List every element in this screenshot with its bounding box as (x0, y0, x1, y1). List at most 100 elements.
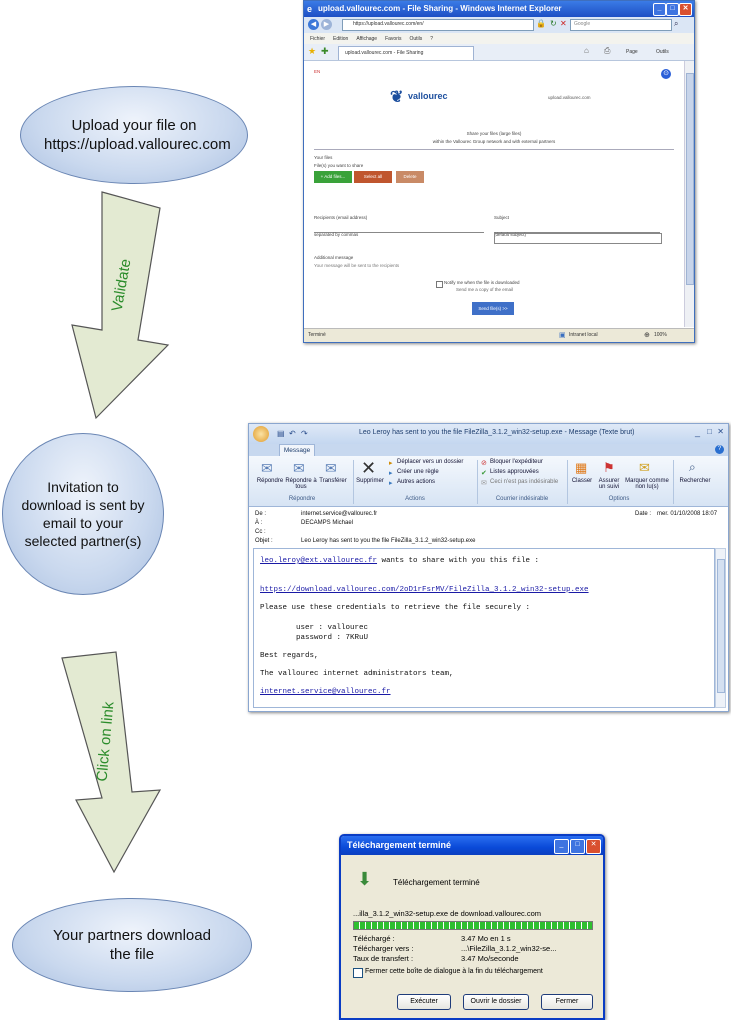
menu-outils[interactable]: Outils (409, 36, 422, 42)
dialog-maximize-button[interactable]: □ (570, 839, 585, 854)
forward-icon: ✉ (325, 460, 337, 476)
reply-icon: ✉ (261, 460, 273, 476)
forward-button[interactable]: ▶ (321, 19, 332, 30)
delete-button[interactable]: Supprimer (353, 478, 387, 484)
sender-link[interactable]: leo.leroy@ext.vallourec.fr (260, 557, 377, 565)
subject-label: Objet : (255, 538, 273, 544)
downloaded-label: Téléchargé : (353, 934, 395, 943)
ie-tabbar: ★ ✚ upload.vallourec.com - File Sharing … (304, 44, 694, 61)
notify-label: Notify me when the file is downloaded (444, 280, 520, 285)
recipients-label: Recipients (email address) (314, 215, 368, 220)
home-icon[interactable]: ⌂ (584, 46, 589, 55)
mail-close-button[interactable]: ✕ (717, 427, 724, 436)
select-all-button[interactable]: Select all (354, 171, 392, 183)
close-when-done-checkbox[interactable] (353, 968, 363, 978)
find-button[interactable]: Rechercher (675, 478, 715, 484)
subject-field[interactable]: (default subject) (494, 223, 660, 237)
mail-minimize-button[interactable]: _ (695, 427, 700, 437)
notify-sublabel: Send me a copy of the email (456, 287, 514, 292)
help-icon[interactable]: ⊙ (661, 69, 671, 79)
address-bar[interactable]: https://upload.vallourec.com/en/ (342, 19, 534, 31)
maximize-button[interactable]: □ (666, 3, 679, 16)
close-dialog-button[interactable]: Fermer (541, 994, 593, 1010)
search-icon[interactable]: ⌕ (674, 19, 678, 29)
safe-lists-button[interactable]: Listes approuvées (490, 469, 539, 475)
tools-menu[interactable]: Outils (656, 49, 669, 55)
mail-maximize-button[interactable]: □ (707, 427, 712, 436)
ie-scrollbar-thumb[interactable] (686, 73, 694, 285)
from-value: internet.service@vallourec.fr (301, 511, 378, 517)
step-invitation-text: Invitation to download is sent by email … (21, 479, 145, 549)
tab-label: upload.vallourec.com - File Sharing (345, 50, 424, 56)
signature-link[interactable]: internet.service@vallourec.fr (260, 688, 391, 696)
quick-undo-icon[interactable]: ↶ (289, 429, 296, 438)
mark-unread-button[interactable]: Marquer comme non lu(s) (623, 478, 671, 490)
close-button[interactable]: ✕ (679, 3, 692, 16)
minimize-button[interactable]: _ (653, 3, 666, 16)
brand-url: upload.vallourec.com (548, 95, 591, 100)
menu-help[interactable]: ? (430, 36, 433, 42)
delete-files-button[interactable]: Delete (396, 171, 424, 183)
download-link[interactable]: https://download.vallourec.com/2oD1rFsrM… (260, 586, 589, 594)
back-button[interactable]: ◀ (308, 19, 319, 30)
quick-redo-icon[interactable]: ↷ (301, 429, 308, 438)
reply-button[interactable]: Répondre (253, 478, 287, 484)
menu-fichier[interactable]: Fichier (310, 36, 325, 42)
create-rule-button[interactable]: Créer une règle (397, 469, 439, 475)
zoom-icon[interactable]: ⊕ (644, 331, 650, 339)
menu-edition[interactable]: Edition (333, 36, 348, 42)
ie-menubar: Fichier Edition Affichage Favoris Outils… (304, 33, 694, 44)
language-flag[interactable]: EN (314, 69, 320, 74)
subject-label: Subject (494, 215, 510, 220)
send-files-button[interactable]: Send file(s) >> (472, 302, 514, 315)
ie-statusbar: Terminé ▣ Intranet local ⊕ 100% (304, 328, 694, 342)
tab-file-sharing[interactable]: upload.vallourec.com - File Sharing (338, 46, 474, 60)
step-download-ellipse: Your partners download the file (12, 898, 252, 992)
categorize-button[interactable]: Classer (567, 478, 597, 484)
office-button[interactable] (253, 426, 269, 442)
step-download-text: Your partners download the file (53, 927, 211, 963)
step-invitation-circle: Invitation to download is sent by email … (2, 433, 164, 595)
vallourec-logo-icon: ❦ (390, 89, 404, 106)
add-files-button[interactable]: + Add files... (314, 171, 352, 183)
vallourec-brand: vallourec (408, 91, 448, 101)
menu-affichage[interactable]: Affichage (356, 36, 377, 42)
search-input[interactable]: Google (570, 19, 672, 31)
message-box[interactable] (494, 233, 662, 244)
ie-scrollbar[interactable] (684, 61, 694, 327)
dialog-close-button[interactable]: ✕ (586, 839, 601, 854)
status-zoom[interactable]: 100% (654, 332, 667, 338)
other-actions-button[interactable]: Autres actions (397, 479, 435, 485)
to-value: DECAMPS Michael (301, 520, 354, 526)
date-value: mer. 01/10/2008 18:07 (657, 511, 718, 517)
follow-up-button[interactable]: Assurer un suivi (595, 478, 623, 490)
menu-favoris[interactable]: Favoris (385, 36, 401, 42)
ribbon-tabbar: Message ? (249, 444, 728, 457)
quick-save-icon[interactable]: ▤ (277, 429, 285, 438)
refresh-icon[interactable]: ↻ (550, 19, 557, 28)
run-button[interactable]: Exécuter (397, 994, 451, 1010)
dialog-minimize-button[interactable]: _ (554, 839, 569, 854)
page-menu[interactable]: Page (626, 49, 638, 55)
print-icon[interactable]: ⎙ (604, 46, 610, 56)
to-label: À : (255, 520, 263, 526)
mark-unread-icon: ✉ (639, 460, 650, 475)
not-junk-button[interactable]: Ceci n'est pas indésirable (490, 479, 558, 485)
forward-button[interactable]: Transférer (315, 478, 351, 484)
credential-user: user : vallourec (296, 624, 369, 632)
reply-all-button[interactable]: Répondre à tous (285, 478, 317, 490)
open-folder-button[interactable]: Ouvrir le dossier (463, 994, 529, 1010)
favorites-star-icon[interactable]: ★ (308, 46, 316, 57)
ribbon-help-icon[interactable]: ? (715, 445, 724, 454)
add-favorite-icon[interactable]: ✚ (321, 46, 329, 57)
mail-scrollbar-thumb[interactable] (717, 559, 725, 693)
notify-checkbox[interactable] (436, 281, 443, 288)
group-respond-label: Répondre (288, 496, 316, 502)
stop-icon[interactable]: ✕ (560, 19, 567, 28)
move-to-folder-button[interactable]: Déplacer vers un dossier (397, 459, 463, 465)
block-sender-button[interactable]: Bloquer l'expéditeur (490, 459, 543, 465)
section-divider (314, 149, 674, 150)
other-actions-icon: ▸ (389, 480, 393, 487)
recipients-field[interactable]: separated by commas (314, 223, 484, 237)
mail-scrollbar[interactable] (715, 548, 726, 708)
